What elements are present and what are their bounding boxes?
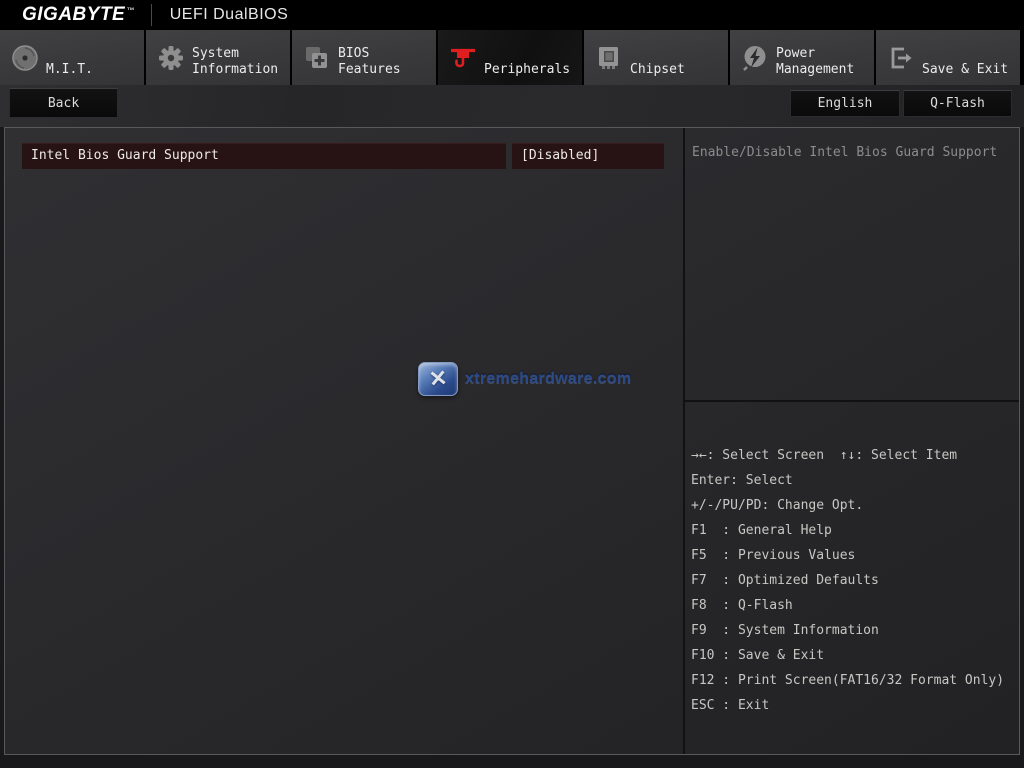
legend-f9: F9 : System Information: [691, 623, 879, 638]
key-legend: →←: Select Screen ↑↓: Select Item Enter:…: [685, 402, 1019, 718]
setting-value: [Disabled]: [521, 148, 600, 163]
back-button[interactable]: Back: [9, 88, 118, 118]
toolbar: Back English Q-Flash: [0, 85, 1024, 127]
legend-f1: F1 : General Help: [691, 523, 832, 538]
legend-select-screen-item: →←: Select Screen ↑↓: Select Item: [691, 448, 958, 463]
settings-list: Intel Bios Guard Support [Disabled] ✕ xt…: [5, 128, 683, 754]
tab-bar: M.I.T. System Information BIOS Features …: [0, 30, 1024, 85]
setting-intel-bios-guard-value[interactable]: [Disabled]: [512, 143, 664, 169]
setting-label: Intel Bios Guard Support: [31, 148, 219, 163]
qflash-button[interactable]: Q-Flash: [903, 90, 1012, 117]
watermark-text: xtremehardware.com: [465, 370, 632, 387]
bios-screen: GIGABYTE™ UEFI DualBIOS M.I.T. System In…: [0, 0, 1024, 768]
tab-chipset[interactable]: Chipset: [584, 30, 728, 85]
language-button[interactable]: English: [790, 90, 900, 117]
watermark: ✕ xtremehardware.com: [418, 362, 631, 396]
main-panel: Intel Bios Guard Support [Disabled] ✕ xt…: [4, 127, 1020, 755]
legend-f5: F5 : Previous Values: [691, 548, 856, 563]
gear-icon: [156, 43, 186, 73]
setting-intel-bios-guard[interactable]: Intel Bios Guard Support: [22, 143, 506, 169]
tab-mit[interactable]: M.I.T.: [0, 30, 144, 85]
legend-f10: F10 : Save & Exit: [691, 648, 825, 663]
legend-f8: F8 : Q-Flash: [691, 598, 793, 613]
tab-power-management[interactable]: Power Management: [730, 30, 874, 85]
help-description: Enable/Disable Intel Bios Guard Support: [685, 128, 1019, 402]
fan-dial-icon: [10, 43, 40, 73]
titlebar-divider: [150, 4, 152, 26]
legend-f7: F7 : Optimized Defaults: [691, 573, 879, 588]
xtremehardware-logo-icon: ✕: [418, 362, 458, 396]
exit-door-icon: [886, 43, 916, 73]
legend-esc: ESC : Exit: [691, 698, 770, 713]
tab-save-exit[interactable]: Save & Exit: [876, 30, 1020, 85]
gigabyte-logo: GIGABYTE™: [22, 4, 135, 25]
peripherals-usb-icon: [448, 43, 478, 73]
legend-f12: F12 : Print Screen(FAT16/32 Format Only): [691, 673, 1005, 688]
tab-system-information[interactable]: System Information: [146, 30, 290, 85]
legend-enter: Enter: Select: [691, 473, 793, 488]
titlebar: GIGABYTE™ UEFI DualBIOS: [0, 0, 1024, 30]
page-title: UEFI DualBIOS: [169, 6, 289, 23]
tab-peripherals[interactable]: Peripherals: [438, 30, 582, 85]
power-bolt-icon: [740, 43, 770, 73]
chipset-icon: [594, 43, 624, 73]
legend-change-opt: +/-/PU/PD: Change Opt.: [691, 498, 864, 513]
tab-bios-features[interactable]: BIOS Features: [292, 30, 436, 85]
help-panel: Enable/Disable Intel Bios Guard Support …: [683, 128, 1019, 754]
chip-plus-icon: [302, 43, 332, 73]
